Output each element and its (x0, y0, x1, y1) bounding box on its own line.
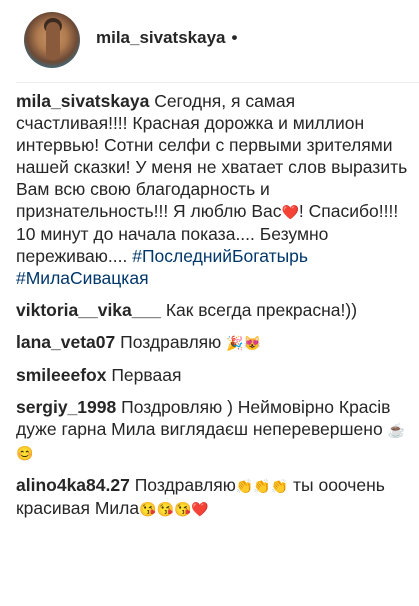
comment: alino4ka84.27 Поздравляю👏👏👏 ты ооочень к… (16, 474, 411, 520)
avatar-figure (46, 22, 60, 60)
comment-username[interactable]: alino4ka84.27 (16, 475, 130, 495)
comment-username[interactable]: viktoria__vika___ (16, 300, 161, 320)
comment: sergiy_1998 Поздровляю ) Неймовірно Крас… (16, 396, 411, 464)
caption: mila_sivatskaya Сегодня, я самая счастли… (16, 90, 411, 289)
comment: smileeefox Перваая (16, 364, 411, 386)
hashtag-link[interactable]: #МилаСивацкая (16, 268, 149, 288)
header-username-link[interactable]: mila_sivatskaya (96, 28, 226, 47)
comment-username[interactable]: sergiy_1998 (16, 397, 116, 417)
kiss-heart-emoji: 😘😘😘❤️ (139, 501, 209, 517)
comment-text: Как всегда прекрасна!)) (165, 300, 358, 320)
post-header: mila_sivatskaya • (0, 0, 419, 82)
avatar[interactable] (24, 12, 80, 68)
caption-username[interactable]: mila_sivatskaya (16, 91, 149, 111)
clapping-emoji: 👏👏👏 (235, 478, 289, 494)
party-cat-emoji: 🎉😻 (226, 335, 262, 351)
comment-username[interactable]: lana_veta07 (16, 332, 115, 352)
comment-username[interactable]: smileeefox (16, 365, 106, 385)
comment: viktoria__vika___ Как всегда прекрасна!)… (16, 299, 411, 321)
comment-text: Поздравляю (120, 332, 222, 352)
comment-text: Поздравляю (134, 475, 236, 495)
header-username-row: mila_sivatskaya • (96, 28, 237, 48)
comment: lana_veta07 Поздравляю 🎉😻 (16, 331, 411, 354)
comment-text: Перваая (111, 365, 182, 385)
comments-list: mila_sivatskaya Сегодня, я самая счастли… (16, 90, 411, 530)
hashtag-link[interactable]: #ПоследнийБогатырь (132, 246, 308, 266)
separator-dot: • (231, 28, 238, 47)
header-divider (16, 82, 419, 83)
heart-emoji: ❤️ (281, 204, 299, 220)
